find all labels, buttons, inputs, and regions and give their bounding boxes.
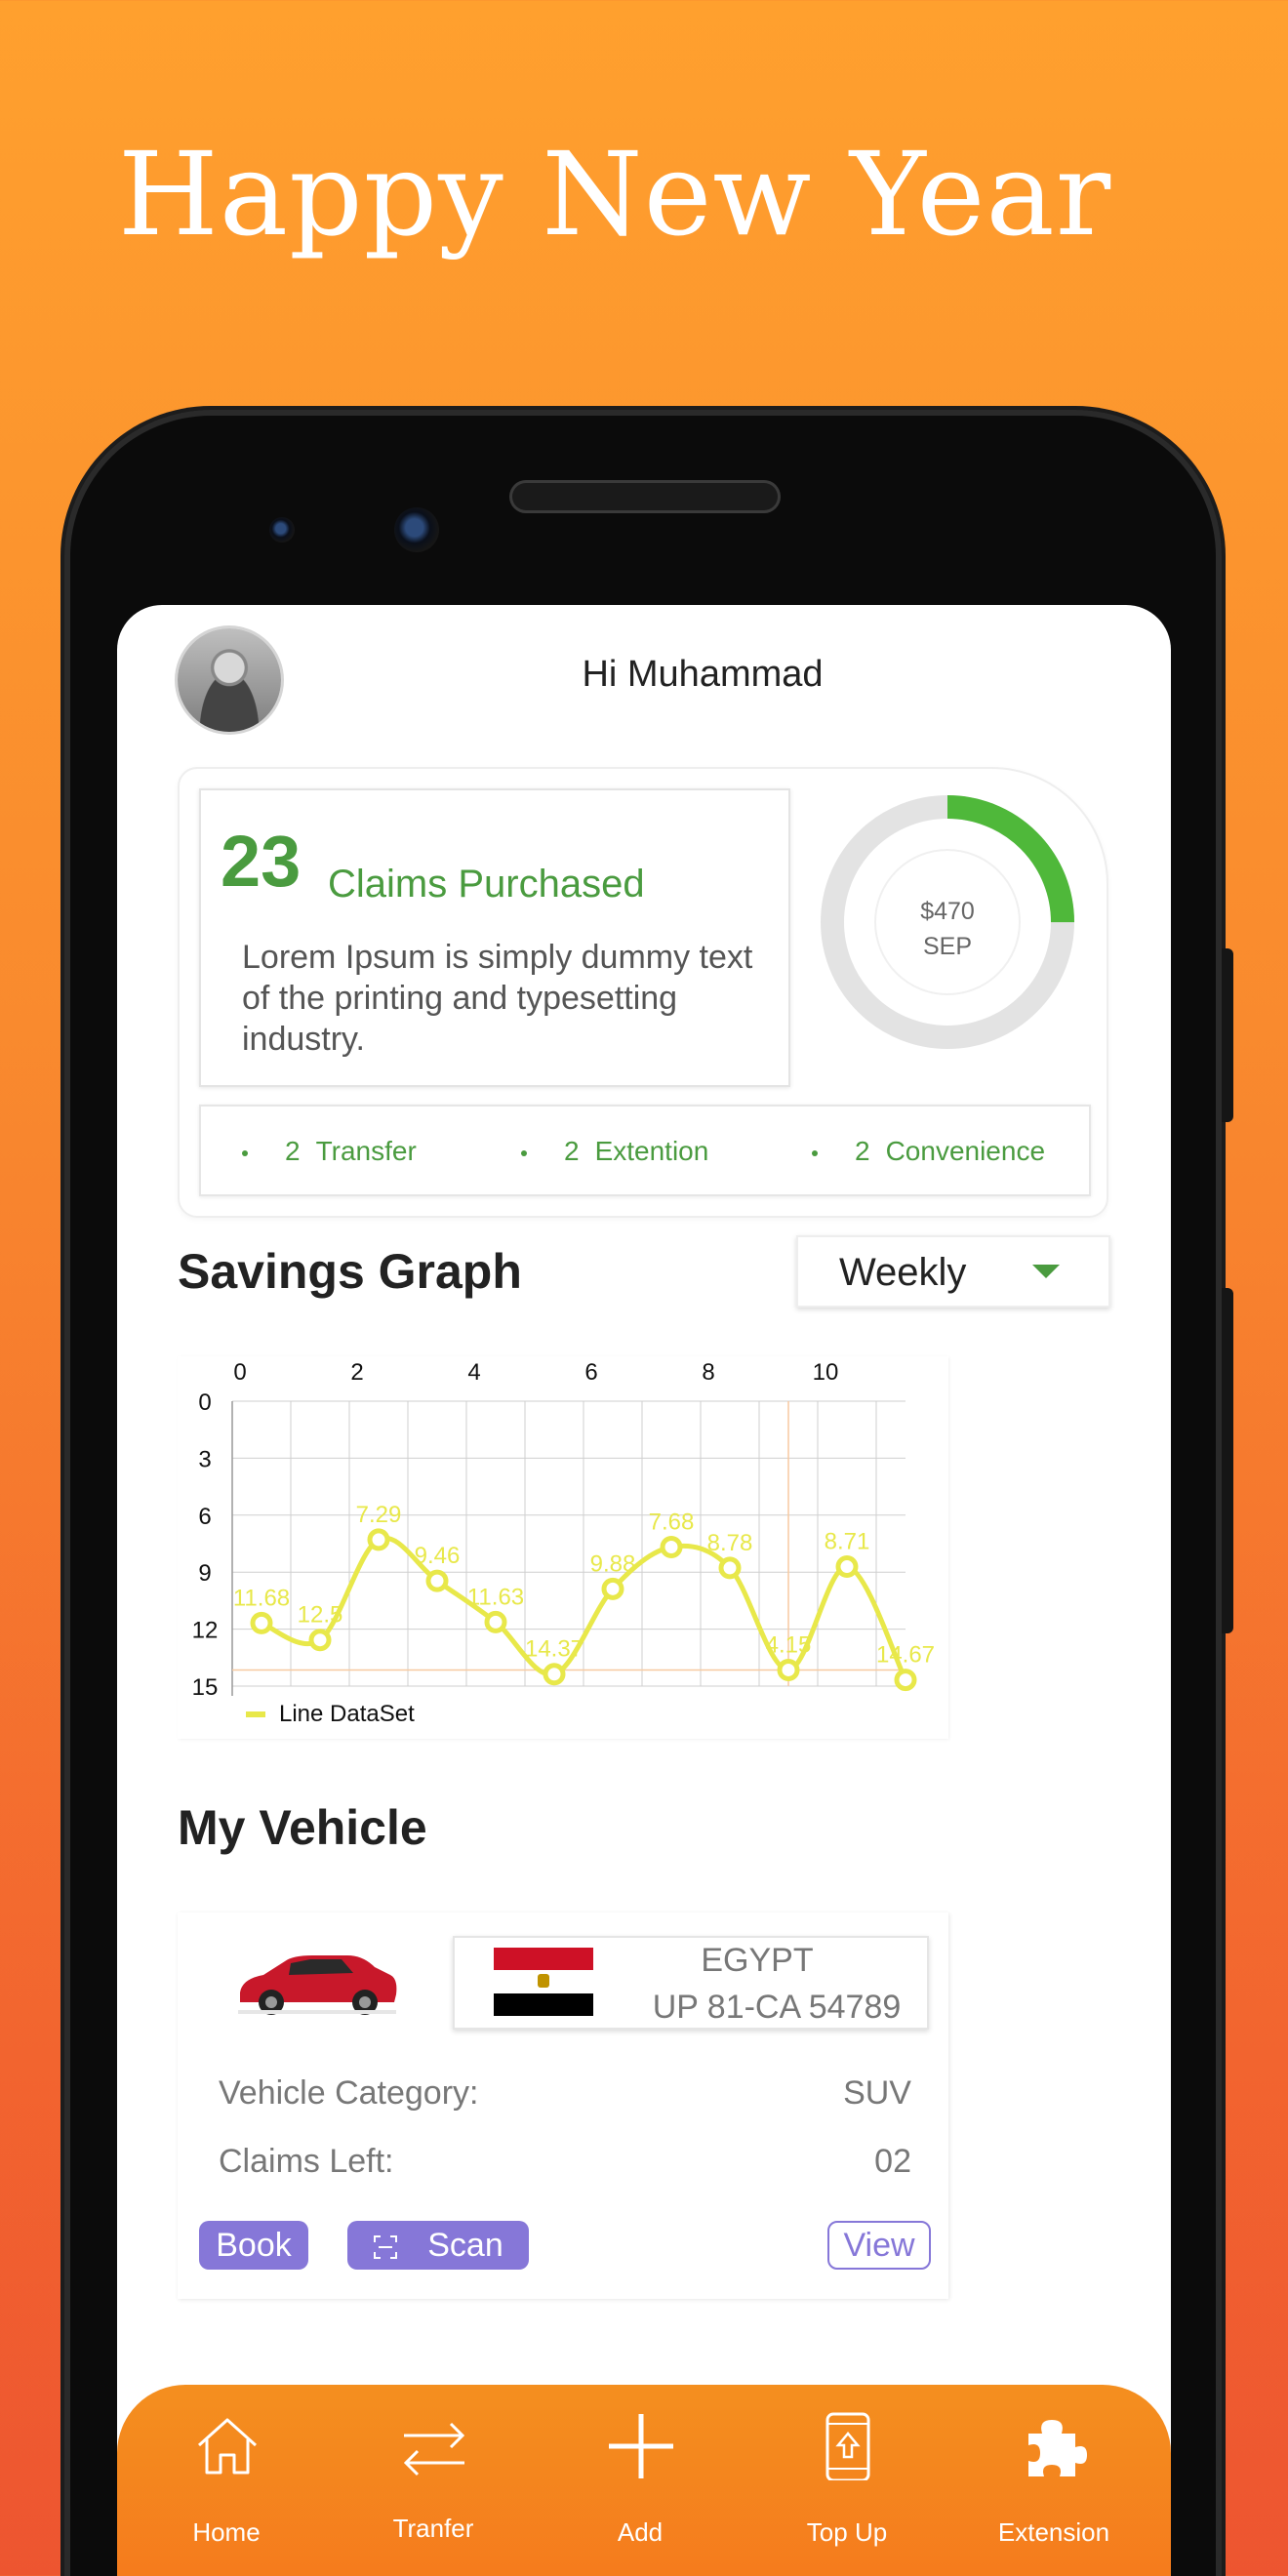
vehicle-category-row: Vehicle Category: SUV xyxy=(219,2074,911,2113)
data-point xyxy=(425,1569,449,1592)
my-vehicle-title: My Vehicle xyxy=(178,1800,427,1855)
x-tick-label: 10 xyxy=(813,1359,839,1386)
claims-left-label: Claims Left: xyxy=(219,2143,394,2180)
y-tick-label: 0 xyxy=(198,1389,211,1416)
front-sensor xyxy=(269,517,295,543)
data-point xyxy=(660,1536,683,1559)
donut-month: SEP xyxy=(922,933,973,960)
data-label: 8.78 xyxy=(707,1530,753,1556)
data-point xyxy=(835,1555,859,1579)
tab-tranfer[interactable]: Tranfer xyxy=(336,2385,531,2576)
data-label: 11.63 xyxy=(467,1584,524,1610)
data-point xyxy=(250,1611,273,1634)
plus-icon xyxy=(609,2414,673,2478)
data-point xyxy=(367,1528,390,1551)
period-dropdown[interactable]: Weekly xyxy=(796,1235,1110,1308)
view-button[interactable]: View xyxy=(827,2221,931,2270)
data-point xyxy=(601,1577,624,1600)
top-up-phone-icon xyxy=(825,2412,870,2480)
car-image xyxy=(238,1955,397,2015)
home-icon xyxy=(197,2418,258,2475)
data-label: 8.71 xyxy=(825,1529,870,1555)
data-point xyxy=(308,1629,332,1652)
bullet-icon xyxy=(242,1149,248,1156)
power-button xyxy=(1222,948,1233,1122)
plate-number: UP 81-CA 54789 xyxy=(652,1989,902,2026)
book-button[interactable]: Book xyxy=(199,2221,308,2270)
claims-left-value: 02 xyxy=(874,2143,911,2180)
tab-add[interactable]: Add xyxy=(543,2385,738,2576)
chip-extention[interactable]: 2 Extention xyxy=(521,1136,708,1167)
period-value: Weekly xyxy=(839,1251,967,1294)
license-plate: EGYPT UP 81-CA 54789 xyxy=(453,1936,929,2030)
tab-home[interactable]: Home xyxy=(129,2385,324,2576)
claims-left-row: Claims Left: 02 xyxy=(219,2143,911,2181)
savings-graph-title: Savings Graph xyxy=(178,1244,522,1299)
data-label: 7.29 xyxy=(356,1502,402,1528)
app-screen: Hi Muhammad 23 Claims Purchased Lorem Ip… xyxy=(117,605,1171,2576)
claims-label: Claims Purchased xyxy=(328,863,645,906)
claims-description: Lorem Ipsum is simply dummy text of the … xyxy=(242,939,753,1058)
x-tick-label: 8 xyxy=(702,1359,714,1386)
bullet-icon xyxy=(521,1149,527,1156)
scan-icon xyxy=(374,2235,398,2259)
data-point xyxy=(718,1556,742,1580)
y-tick-label: 15 xyxy=(192,1674,219,1701)
claims-count: 23 xyxy=(221,821,302,902)
tab-extension[interactable]: Extension xyxy=(956,2385,1151,2576)
legend-label: Line DataSet xyxy=(279,1701,415,1727)
greeting: Hi Muhammad xyxy=(582,654,824,695)
data-label: 11.68 xyxy=(233,1585,290,1611)
data-label: 4.15 xyxy=(766,1631,812,1658)
scan-button[interactable]: Scan xyxy=(347,2221,529,2270)
bottom-tab-bar: Home Tranfer Add Top Up Extension xyxy=(117,2385,1171,2576)
data-point xyxy=(777,1658,800,1681)
puzzle-icon xyxy=(1028,2420,1087,2476)
plate-country: EGYPT xyxy=(701,1942,814,1979)
volume-button xyxy=(1222,1288,1233,1633)
data-point xyxy=(543,1663,566,1686)
y-tick-label: 3 xyxy=(198,1446,211,1472)
donut-label: $470 SEP xyxy=(816,894,1079,964)
chip-transfer[interactable]: 2 Transfer xyxy=(242,1136,417,1167)
bullet-icon xyxy=(812,1149,818,1156)
chevron-down-icon xyxy=(1032,1265,1060,1278)
data-label: 14.37 xyxy=(525,1636,584,1663)
data-label: 12.5 xyxy=(298,1602,343,1629)
vehicle-category-value: SUV xyxy=(843,2074,911,2112)
x-tick-label: 6 xyxy=(584,1359,597,1386)
data-point xyxy=(484,1610,507,1633)
egypt-flag-icon xyxy=(494,1948,593,2016)
savings-chart-card: 0 3 6 9 12 15 0 2 4 6 8 10 11.68 12.5 7.29 9.46 11.63 14.… xyxy=(178,1356,948,1739)
front-camera xyxy=(394,507,439,552)
transfer-icon xyxy=(403,2422,465,2476)
tab-top-up[interactable]: Top Up xyxy=(749,2385,945,2576)
data-label: 9.46 xyxy=(415,1543,461,1569)
data-label: 9.88 xyxy=(590,1550,636,1577)
y-tick-label: 12 xyxy=(192,1618,219,1644)
x-tick-label: 0 xyxy=(233,1359,246,1386)
savings-line-chart: 036912150 2 4 6 8 1011.6812.57.299.4611.6314.… xyxy=(192,1359,935,1727)
claims-summary-card: 23 Claims Purchased Lorem Ipsum is simpl… xyxy=(178,767,1108,1218)
y-tick-label: 6 xyxy=(198,1504,211,1530)
vehicle-category-label: Vehicle Category: xyxy=(219,2074,479,2112)
x-tick-label: 4 xyxy=(467,1359,480,1386)
claim-types-bar: 2 Transfer 2 Extention 2 Convenience xyxy=(199,1105,1091,1196)
y-tick-label: 9 xyxy=(198,1560,211,1587)
chip-convenience[interactable]: 2 Convenience xyxy=(812,1136,1045,1167)
headline: Happy New Year xyxy=(117,127,1112,262)
legend-swatch xyxy=(246,1711,265,1717)
data-label: 14.67 xyxy=(876,1642,935,1669)
x-tick-label: 2 xyxy=(350,1359,363,1386)
data-point xyxy=(894,1669,917,1692)
claims-box: 23 Claims Purchased Lorem Ipsum is simpl… xyxy=(199,788,790,1087)
vehicle-card: EGYPT UP 81-CA 54789 Vehicle Category: S… xyxy=(178,1912,948,2299)
earpiece-speaker xyxy=(509,480,781,513)
data-label: 7.68 xyxy=(649,1509,695,1536)
donut-amount: $470 xyxy=(920,898,975,925)
